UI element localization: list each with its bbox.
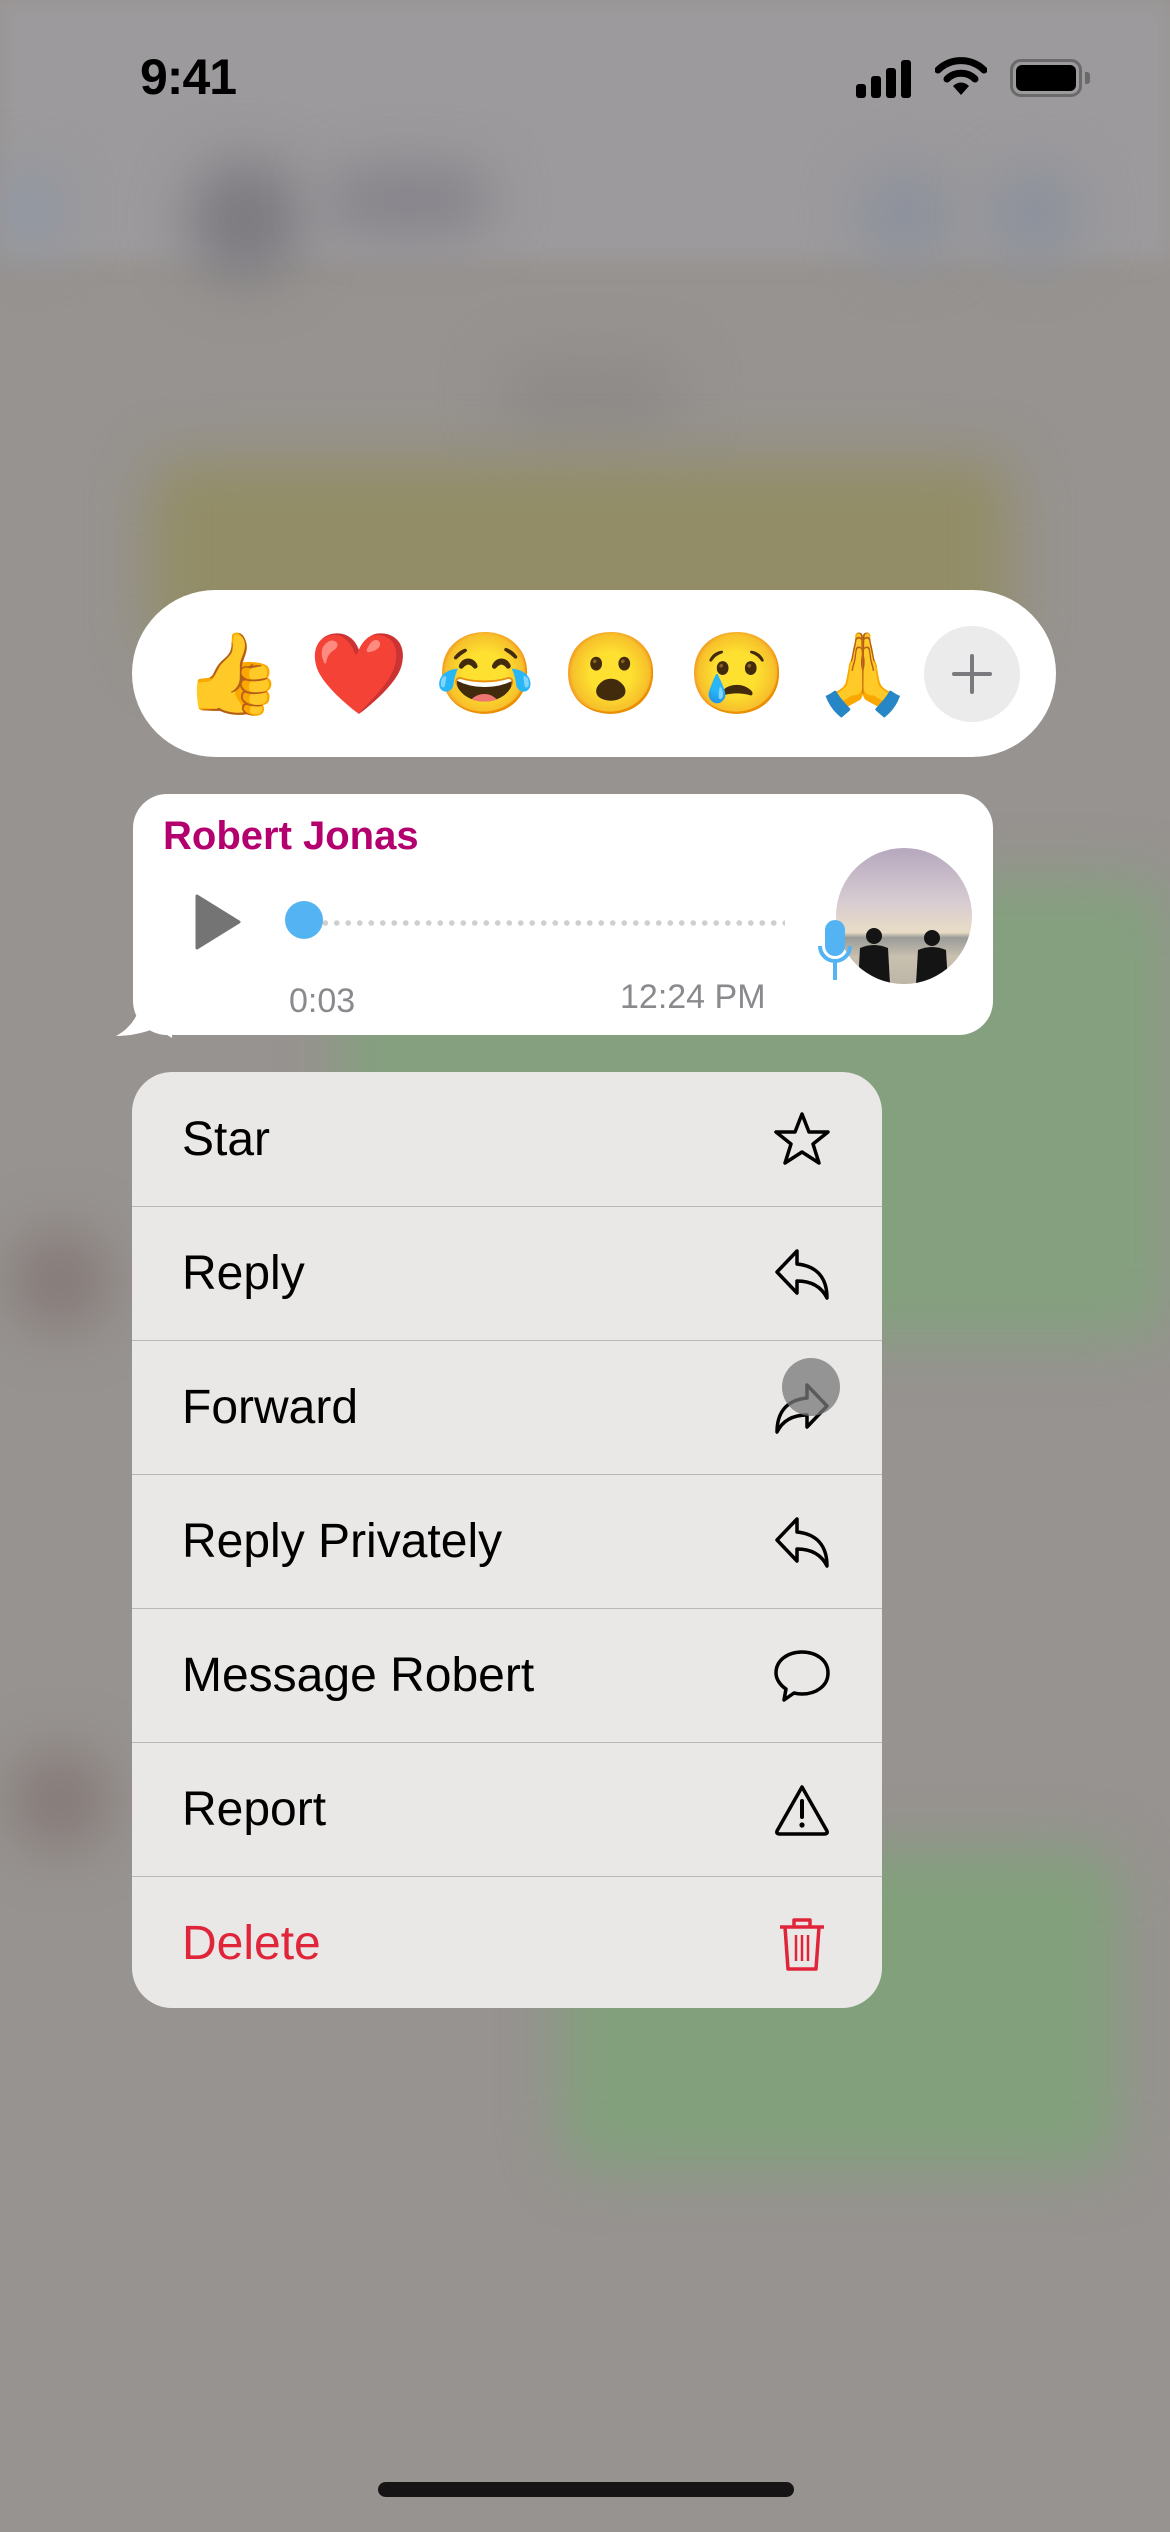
blurred-chat-title — [330, 170, 490, 230]
wifi-icon — [935, 57, 987, 95]
menu-item-reply[interactable]: Reply — [132, 1206, 882, 1340]
cellular-signal-icon — [856, 58, 912, 98]
menu-item-label: Forward — [182, 1381, 359, 1434]
touch-indicator — [782, 1358, 840, 1416]
menu-item-label: Report — [182, 1783, 327, 1836]
battery-full-icon — [1010, 59, 1090, 97]
audio-duration: 0:03 — [289, 982, 356, 1020]
home-indicator[interactable] — [378, 2482, 794, 2497]
star-icon — [772, 1109, 832, 1169]
reaction-surprised[interactable]: 😮 — [548, 624, 674, 724]
menu-item-report[interactable]: Report — [132, 1742, 882, 1876]
blurred-date-chip — [500, 360, 680, 430]
reaction-red-heart[interactable]: ❤️ — [296, 624, 422, 724]
menu-item-forward[interactable]: Forward — [132, 1340, 882, 1474]
avatar-photo-silhouettes — [858, 928, 948, 984]
menu-item-label: Reply — [182, 1247, 305, 1300]
reaction-crying[interactable]: 😢 — [674, 624, 800, 724]
plus-icon — [952, 654, 992, 694]
message-bubble-icon — [772, 1646, 832, 1706]
menu-item-label: Reply Privately — [182, 1515, 503, 1568]
blurred-sender-avatar — [10, 1230, 110, 1330]
menu-item-label: Message Robert — [182, 1649, 535, 1702]
reaction-thumbs-up[interactable]: 👍 — [170, 624, 296, 724]
sender-name: Robert Jonas — [163, 814, 419, 858]
blurred-back-button — [0, 170, 60, 250]
message-timestamp: 12:24 PM — [620, 978, 766, 1016]
reply-privately-icon — [772, 1512, 832, 1572]
reaction-tears-of-joy[interactable]: 😂 — [422, 624, 548, 724]
menu-item-label: Delete — [182, 1917, 321, 1970]
menu-item-message-robert[interactable]: Message Robert — [132, 1608, 882, 1742]
status-time: 9:41 — [140, 49, 237, 105]
reaction-bar: 👍 ❤️ 😂 😮 😢 🙏 — [132, 590, 1056, 757]
trash-icon — [772, 1914, 832, 1974]
blurred-call-icon — [990, 170, 1080, 260]
menu-item-delete[interactable]: Delete — [132, 1876, 882, 2008]
blurred-chat-avatar — [190, 160, 300, 280]
context-menu: Star Reply Forward Reply Privately Messa… — [132, 1072, 882, 2008]
warning-icon — [772, 1780, 832, 1840]
voice-message-bubble[interactable]: Robert Jonas 0:03 12:24 PM — [133, 794, 993, 1035]
microphone-icon — [818, 920, 852, 980]
blurred-sender-avatar — [10, 1750, 110, 1850]
play-icon[interactable] — [193, 894, 241, 950]
menu-item-reply-privately[interactable]: Reply Privately — [132, 1474, 882, 1608]
reply-icon — [772, 1244, 832, 1304]
audio-scrubber-handle[interactable] — [285, 901, 323, 939]
more-reactions-button[interactable] — [924, 626, 1020, 722]
menu-item-star[interactable]: Star — [132, 1072, 882, 1206]
status-bar: 9:41 — [0, 0, 1170, 150]
sender-avatar — [836, 848, 972, 984]
menu-item-label: Star — [182, 1112, 271, 1166]
blurred-video-call-icon — [860, 170, 950, 260]
audio-progress-track[interactable] — [285, 920, 785, 926]
reaction-folded-hands[interactable]: 🙏 — [800, 624, 926, 724]
